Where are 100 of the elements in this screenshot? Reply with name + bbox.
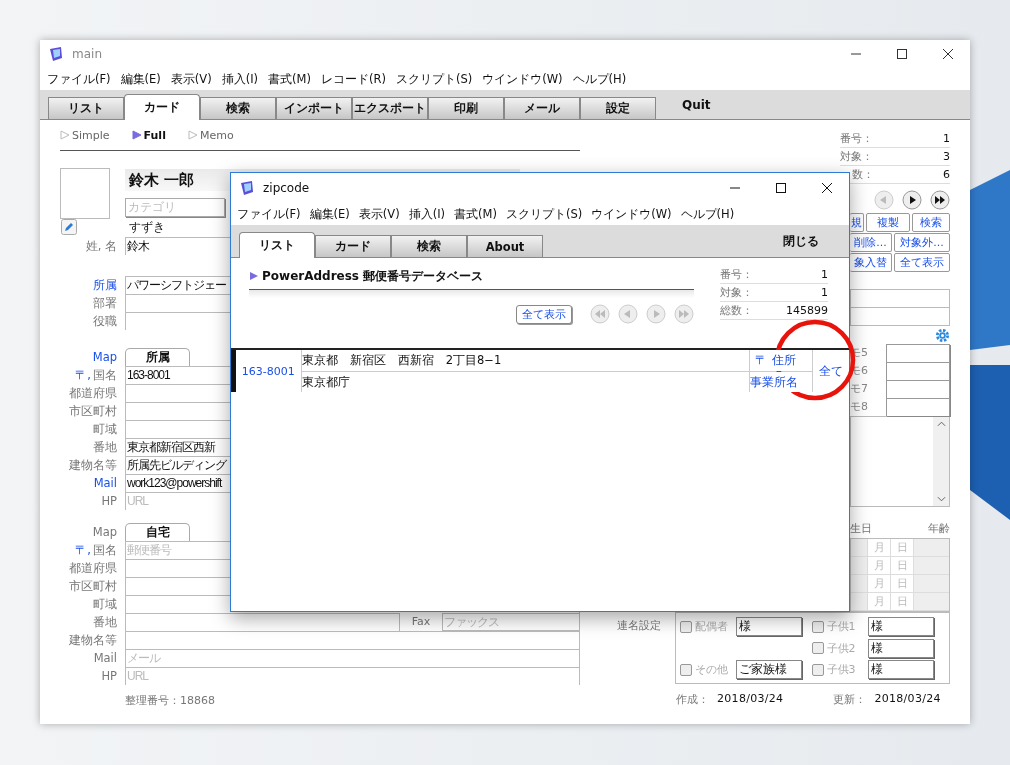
tab[interactable]: カード [124, 94, 200, 120]
honorific-field[interactable]: 様 [867, 660, 934, 679]
column-heading: 生日 [850, 521, 872, 537]
tab[interactable]: リスト [48, 97, 124, 119]
field-label: 国名 [93, 367, 117, 384]
tab[interactable]: 印刷 [428, 97, 504, 119]
tab[interactable]: 検索 [391, 235, 467, 257]
last-icon[interactable] [930, 190, 950, 210]
menu-item[interactable]: ヘルプ(H) [680, 206, 735, 222]
checkbox-label: 子供2 [826, 640, 857, 656]
menu-item[interactable]: ファイル(F) [47, 71, 111, 87]
first-icon[interactable] [590, 304, 610, 324]
action-button[interactable]: 規 [850, 213, 864, 232]
action-button[interactable]: 象入替 [850, 253, 892, 272]
map-link[interactable]: Map [40, 348, 125, 366]
maximize-icon[interactable] [896, 48, 908, 60]
menu-item[interactable]: 編集(E) [309, 206, 350, 222]
app-icon [239, 180, 255, 196]
address-link[interactable]: 住所 [772, 350, 797, 371]
previous-icon[interactable] [618, 304, 638, 324]
view-mode-tab[interactable]: Simple [60, 128, 110, 142]
field-label: 番地 [92, 439, 118, 456]
close-icon[interactable] [942, 48, 954, 60]
column-heading: 年齢 [928, 521, 950, 537]
tab[interactable]: About [467, 235, 543, 257]
menu-item[interactable]: 挿入(I) [408, 206, 446, 222]
year-field[interactable] [851, 557, 867, 574]
memo-field[interactable] [886, 362, 950, 380]
address-tab[interactable]: 自宅 [125, 523, 190, 541]
app-icon [48, 46, 64, 62]
checkbox[interactable] [811, 642, 824, 654]
menu-item[interactable]: ヘルプ(H) [572, 71, 627, 87]
year-field[interactable] [851, 539, 867, 556]
text-field[interactable] [125, 613, 400, 631]
action-button[interactable]: 削除... [850, 233, 892, 252]
memo-field[interactable] [886, 344, 950, 362]
quit-button[interactable]: Quit [682, 97, 711, 112]
settings-icon[interactable] [935, 327, 950, 343]
show-all-button[interactable]: 全て表示 [516, 304, 572, 324]
action-button[interactable]: 検索 [912, 213, 950, 232]
memo-field[interactable] [886, 380, 950, 398]
field-label: Mail [92, 650, 118, 667]
counter-label: 対象： [840, 149, 873, 165]
action-button[interactable]: 対象外... [894, 233, 950, 252]
pencil-icon[interactable] [61, 219, 77, 235]
memo-field[interactable] [886, 398, 950, 416]
address-tab[interactable]: 所属 [125, 348, 190, 366]
tab[interactable]: カード [315, 235, 391, 257]
text-area[interactable] [850, 416, 950, 507]
previous-icon[interactable] [874, 190, 894, 210]
year-field[interactable] [851, 575, 867, 592]
honorific-field[interactable]: 様 [867, 617, 934, 636]
next-icon[interactable] [902, 190, 922, 210]
menu-item[interactable]: 挿入(I) [221, 71, 259, 87]
checkbox[interactable] [680, 663, 692, 676]
menu-item[interactable]: レコード(R) [320, 71, 386, 87]
record-number: 整理番号：18868 [125, 693, 216, 708]
close-icon[interactable] [821, 182, 833, 194]
action-button[interactable]: 全て表示 [894, 253, 950, 272]
window-title: zipcode [263, 181, 310, 195]
zip-code-link[interactable]: 163-8001 [236, 350, 301, 392]
menu-item[interactable]: ウインドウ(W) [482, 71, 563, 87]
result-row[interactable]: 163-8001 東京都 新宿区 西新宿 2丁目8−1 東京都庁 〒 住所 事業所名 全て [231, 350, 849, 392]
tab[interactable]: エクスポート [352, 97, 428, 119]
map-link[interactable]: Map [40, 523, 125, 541]
tab[interactable]: メール [504, 97, 580, 119]
honorific-field[interactable]: ご家族様 [736, 660, 802, 679]
menu-item[interactable]: 表示(V) [170, 71, 212, 87]
menu-item[interactable]: ウインドウ(W) [591, 206, 672, 222]
counter-value: 1 [821, 267, 828, 283]
tab[interactable]: リスト [239, 232, 315, 258]
action-button[interactable]: 複製 [866, 213, 910, 232]
checkbox[interactable] [811, 620, 824, 633]
triangle-icon [60, 130, 70, 140]
view-mode-tab[interactable]: Memo [187, 128, 234, 142]
menu-item[interactable]: スクリプト(S) [395, 71, 473, 87]
scroll-bar[interactable] [933, 417, 949, 506]
honorific-field[interactable]: 様 [867, 638, 934, 658]
field-label: 都道府県 [68, 385, 118, 402]
maximize-icon[interactable] [775, 182, 787, 194]
tab[interactable]: 設定 [580, 97, 656, 119]
menu-item[interactable]: ファイル(F) [237, 206, 301, 222]
menu-item[interactable]: スクリプト(S) [505, 206, 583, 222]
database-title: PowerAddress 郵便番号データベース [249, 268, 701, 284]
close-button[interactable]: 閉じる [783, 232, 819, 250]
checkbox[interactable] [811, 663, 824, 676]
menu-item[interactable]: 書式(M) [268, 71, 311, 87]
checkbox[interactable] [680, 620, 692, 633]
field-label: 姓, 名 [84, 238, 118, 255]
tab[interactable]: 検索 [200, 97, 276, 119]
menu-item[interactable]: 編集(E) [120, 71, 161, 87]
honorific-field[interactable]: 様 [736, 617, 802, 636]
year-field[interactable] [851, 593, 867, 610]
text-field[interactable] [125, 631, 580, 649]
view-mode-tab[interactable]: Full [131, 128, 166, 142]
menu-item[interactable]: 表示(V) [358, 206, 400, 222]
tab[interactable]: インポート [276, 97, 352, 119]
menu-item[interactable]: 書式(M) [454, 206, 497, 222]
all-link[interactable]: 全て [812, 350, 849, 392]
field-label: Fax [410, 614, 432, 630]
